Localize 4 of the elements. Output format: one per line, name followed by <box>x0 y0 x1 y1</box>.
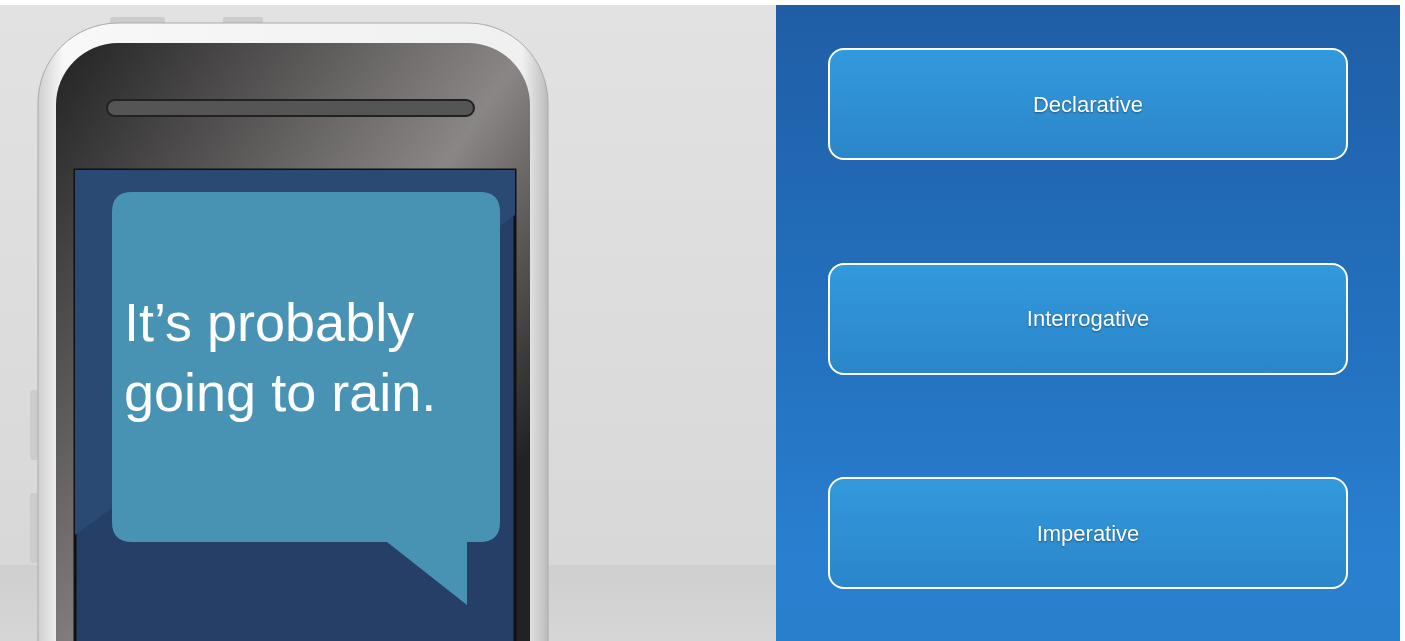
message-text: It’s probably going to rain. <box>124 291 438 425</box>
answer-button[interactable]: Interrogative <box>828 262 1348 375</box>
answer-button[interactable]: Declarative <box>828 48 1348 160</box>
answer-button[interactable]: Imperative <box>828 477 1348 589</box>
